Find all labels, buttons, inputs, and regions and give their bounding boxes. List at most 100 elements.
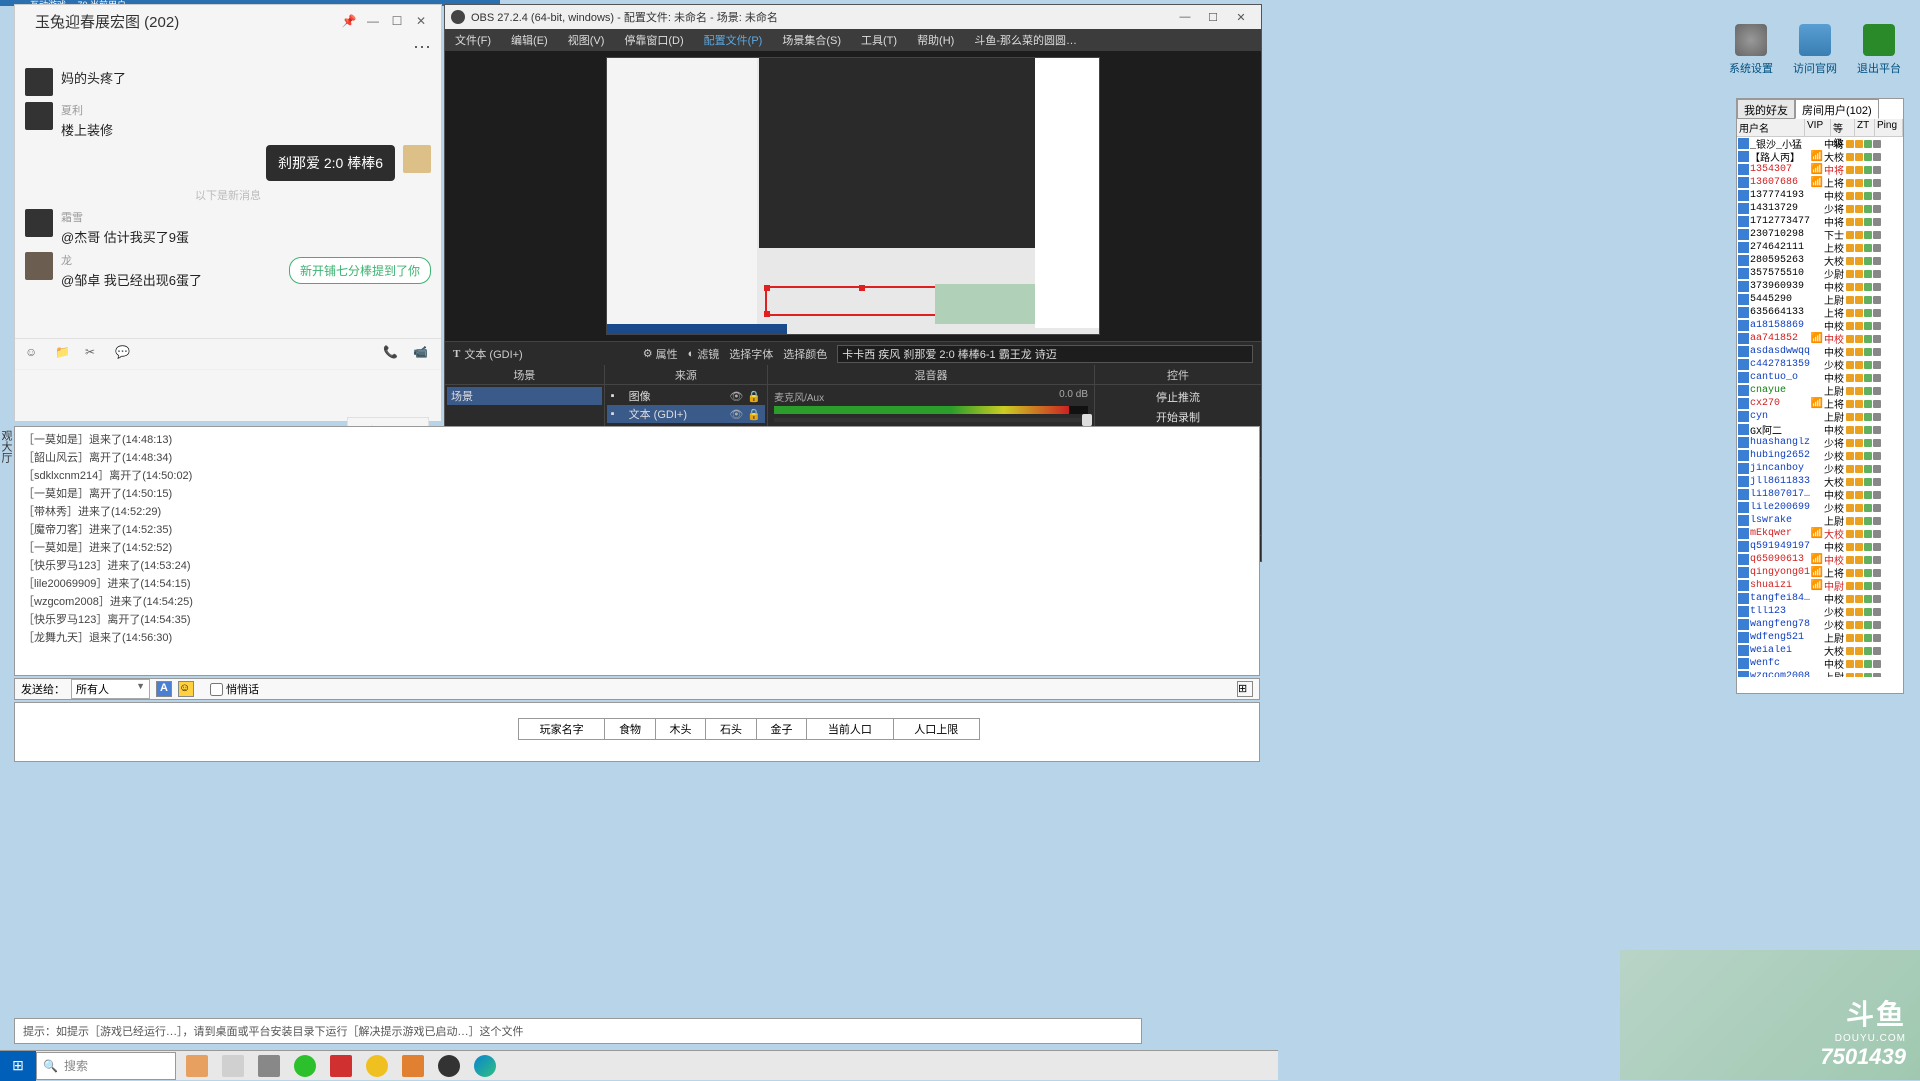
folder-icon[interactable]: 📁: [55, 345, 73, 363]
taskbar-search[interactable]: 🔍 搜索: [36, 1052, 176, 1080]
user-row[interactable]: 230710298 下士: [1737, 228, 1903, 241]
expand-icon[interactable]: ⊞: [1237, 681, 1253, 697]
user-row[interactable]: 137774193 中校: [1737, 189, 1903, 202]
filters-button[interactable]: ◐ 滤镜: [688, 346, 720, 362]
user-row[interactable]: q591949197 中校: [1737, 540, 1903, 553]
user-row[interactable]: jll8611833 大校: [1737, 475, 1903, 488]
menu-scene-collection[interactable]: 场景集合(S): [776, 30, 847, 50]
emoji-icon[interactable]: ☺: [25, 345, 43, 363]
avatar[interactable]: [25, 68, 53, 96]
text-source-input[interactable]: [837, 345, 1253, 363]
user-row[interactable]: mEkqwer 📶 大校: [1737, 527, 1903, 540]
user-row[interactable]: shuaizi 📶 中尉: [1737, 579, 1903, 592]
col-zt[interactable]: ZT: [1855, 119, 1875, 136]
tab-friends[interactable]: 我的好友: [1737, 99, 1795, 119]
obs-titlebar[interactable]: OBS 27.2.4 (64-bit, windows) - 配置文件: 未命名…: [445, 5, 1261, 29]
user-row[interactable]: 373960939 中校: [1737, 280, 1903, 293]
lock-icon[interactable]: 🔒: [747, 390, 761, 403]
whisper-checkbox[interactable]: 悄悄话: [210, 681, 259, 697]
taskbar-edge[interactable]: [468, 1052, 502, 1080]
event-log[interactable]: ［一莫如是］退来了(14:48:13)［韶山风云］离开了(14:48:34)［s…: [14, 426, 1260, 676]
mention-badge[interactable]: 新开铺七分棒提到了你: [289, 257, 431, 284]
lock-icon[interactable]: 🔒: [747, 408, 761, 421]
user-row[interactable]: 274642111 上校: [1737, 241, 1903, 254]
user-row[interactable]: 1712773477 中将: [1737, 215, 1903, 228]
user-row[interactable]: huashanglz1 少将: [1737, 436, 1903, 449]
user-row[interactable]: lswrake 上尉: [1737, 514, 1903, 527]
avatar[interactable]: [25, 252, 53, 280]
select-font-button[interactable]: 选择字体: [729, 346, 773, 362]
menu-tools[interactable]: 工具(T): [855, 30, 903, 50]
user-row[interactable]: tll123 少校: [1737, 605, 1903, 618]
user-row[interactable]: wenfc 中校: [1737, 657, 1903, 670]
col-rank[interactable]: 等级: [1831, 119, 1855, 136]
properties-button[interactable]: ⚙ 属性: [643, 346, 678, 362]
user-row[interactable]: 357575510 少尉: [1737, 267, 1903, 280]
user-row[interactable]: 【路人丙】 📶 大校: [1737, 150, 1903, 163]
system-settings-button[interactable]: 系统设置: [1726, 24, 1776, 76]
sidebar-label[interactable]: 观大厅: [0, 430, 14, 463]
menu-edit[interactable]: 编辑(E): [505, 30, 554, 50]
user-row[interactable]: cnayue 上尉: [1737, 384, 1903, 397]
taskbar-app[interactable]: [360, 1052, 394, 1080]
col-ping[interactable]: Ping: [1875, 119, 1903, 136]
chat-history-icon[interactable]: 💬: [115, 345, 133, 363]
avatar[interactable]: [25, 209, 53, 237]
user-row[interactable]: hubing2652 少校: [1737, 449, 1903, 462]
tab-room-users[interactable]: 房间用户(102): [1795, 99, 1879, 119]
scene-item[interactable]: 场景: [447, 387, 602, 405]
user-row[interactable]: wdfeng521 上尉: [1737, 631, 1903, 644]
user-row[interactable]: weialei 大校: [1737, 644, 1903, 657]
col-vip[interactable]: VIP: [1805, 119, 1831, 136]
obs-preview[interactable]: [445, 51, 1261, 341]
user-row[interactable]: 5445290 上尉: [1737, 293, 1903, 306]
user-row[interactable]: 280595263 大校: [1737, 254, 1903, 267]
chat-input[interactable]: [15, 369, 441, 411]
sendto-select[interactable]: 所有人: [71, 679, 150, 699]
taskbar-wps[interactable]: [324, 1052, 358, 1080]
control-button[interactable]: 停止推流: [1097, 387, 1259, 407]
menu-profile[interactable]: 配置文件(P): [698, 30, 769, 50]
source-item[interactable]: ▪ 文本 (GDI+) 👁🔒: [607, 405, 765, 423]
maximize-button[interactable]: ☐: [1199, 11, 1227, 24]
video-icon[interactable]: 📹: [413, 345, 431, 363]
menu-view[interactable]: 视图(V): [562, 30, 611, 50]
user-row[interactable]: c442781359 少校: [1737, 358, 1903, 371]
taskbar-app[interactable]: [180, 1052, 214, 1080]
visibility-icon[interactable]: 👁: [729, 390, 743, 403]
exit-platform-button[interactable]: 退出平台: [1854, 24, 1904, 76]
volume-slider[interactable]: [774, 418, 1088, 422]
avatar[interactable]: [25, 102, 53, 130]
user-row[interactable]: qingyong01 📶 上将: [1737, 566, 1903, 579]
pin-icon[interactable]: 📌: [337, 9, 361, 33]
minimize-button[interactable]: —: [361, 9, 385, 33]
user-row[interactable]: wangfeng7897 少校: [1737, 618, 1903, 631]
chat-messages[interactable]: 妈的头疼了 夏利 楼上装修 刹那爱 2:0 棒棒6 以下是新消息 霜雪 @杰哥 …: [15, 58, 441, 338]
close-button[interactable]: ✕: [409, 9, 433, 33]
user-row[interactable]: GX阿二 中校: [1737, 423, 1903, 436]
taskbar-app[interactable]: [396, 1052, 430, 1080]
visibility-icon[interactable]: 👁: [729, 408, 743, 421]
user-row[interactable]: lile20069909 少校: [1737, 501, 1903, 514]
user-row[interactable]: 1354307 📶 中将: [1737, 163, 1903, 176]
menu-help[interactable]: 帮助(H): [911, 30, 960, 50]
minimize-button[interactable]: —: [1171, 11, 1199, 23]
user-row[interactable]: 635664133 上将: [1737, 306, 1903, 319]
user-row[interactable]: cx270 📶 上将: [1737, 397, 1903, 410]
user-row[interactable]: q65090613 📶 中校: [1737, 553, 1903, 566]
taskbar-wechat[interactable]: [288, 1052, 322, 1080]
taskbar-task-view[interactable]: [252, 1052, 286, 1080]
user-row[interactable]: aa741852 📶 中校: [1737, 332, 1903, 345]
user-row[interactable]: asdasdwwqq 中校: [1737, 345, 1903, 358]
visit-website-button[interactable]: 访问官网: [1790, 24, 1840, 76]
control-button[interactable]: 开始录制: [1097, 407, 1259, 427]
phone-icon[interactable]: 📞: [383, 345, 401, 363]
maximize-button[interactable]: ☐: [385, 9, 409, 33]
user-row[interactable]: wzgcom2008 上尉: [1737, 670, 1903, 677]
user-row[interactable]: jincanboy 少校: [1737, 462, 1903, 475]
emoji-icon[interactable]: ☺: [178, 681, 194, 697]
user-row[interactable]: li1807017… 中校: [1737, 488, 1903, 501]
source-item[interactable]: ▪ 图像 👁🔒: [607, 387, 765, 405]
scissors-icon[interactable]: ✂: [85, 345, 103, 363]
taskbar-obs[interactable]: [432, 1052, 466, 1080]
